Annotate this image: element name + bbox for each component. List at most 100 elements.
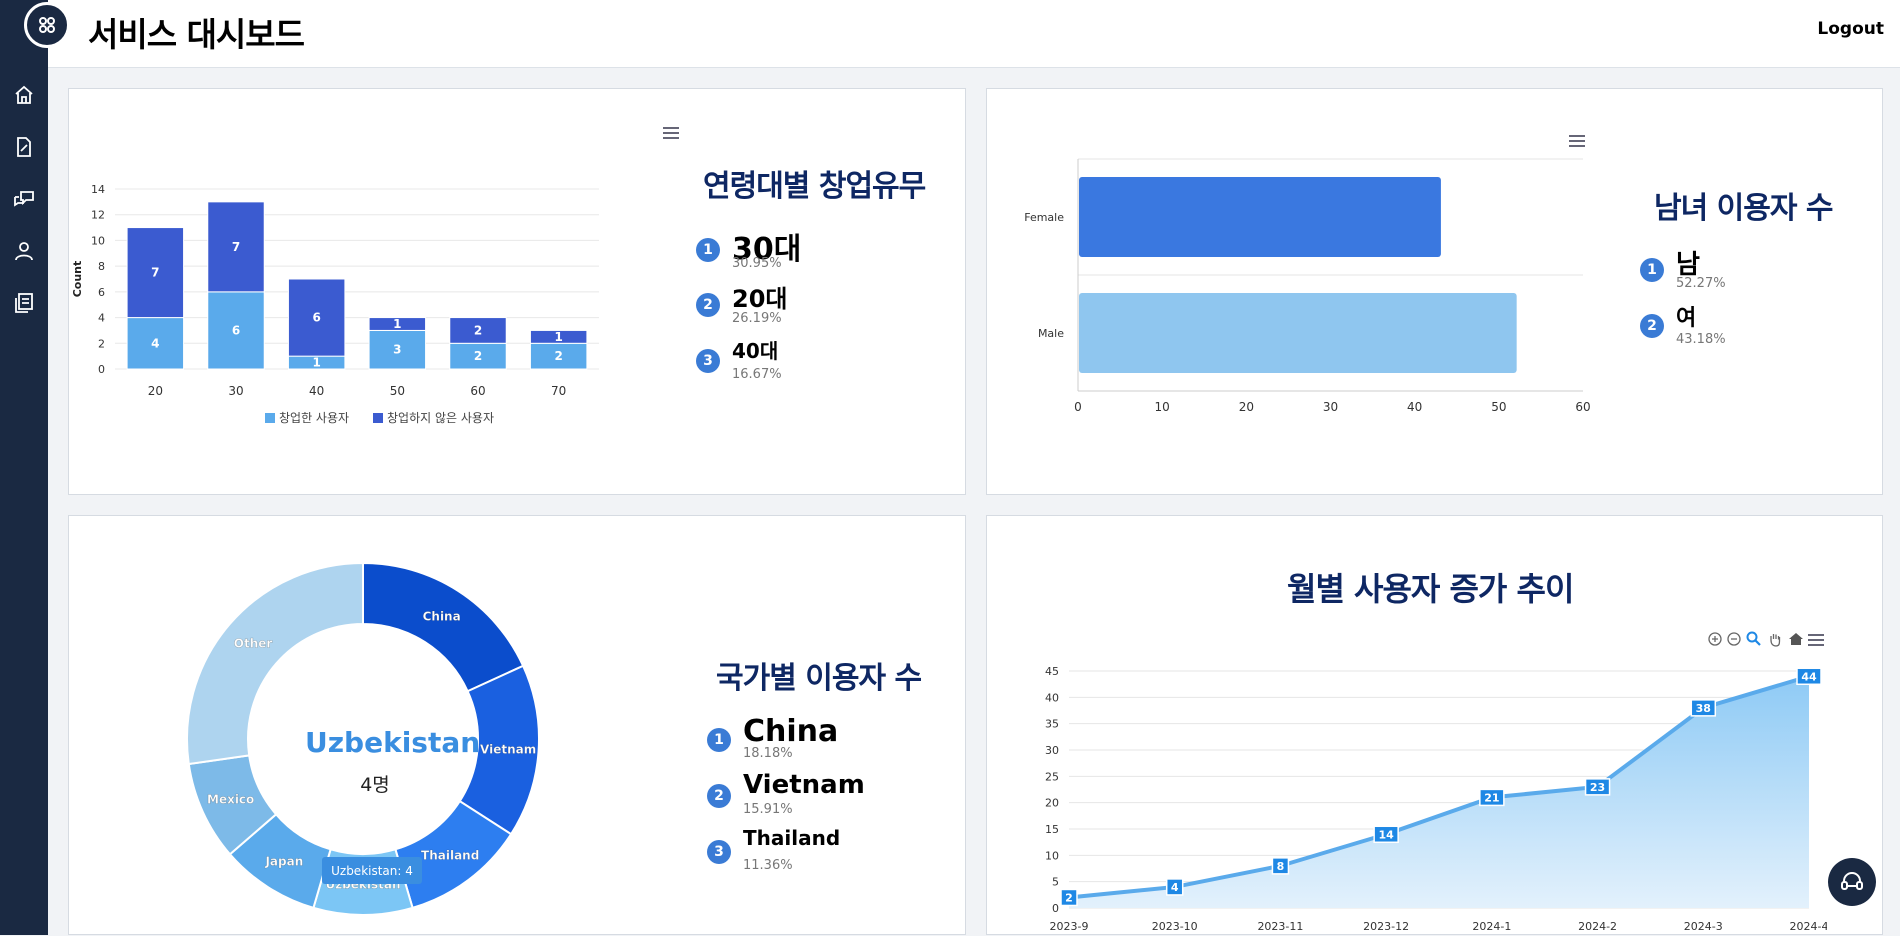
- bar-value-label: 1: [554, 330, 562, 344]
- rank-name: 40대: [732, 339, 779, 363]
- bar-value-label: 1: [312, 356, 320, 370]
- sidebar: [0, 0, 48, 935]
- x-tick-label: 40: [309, 384, 324, 398]
- data-label: 23: [1590, 781, 1605, 794]
- home-icon[interactable]: [12, 83, 36, 107]
- bar-value-label: 3: [393, 343, 401, 357]
- rank-name: 20대: [732, 285, 788, 313]
- zoom-in-icon[interactable]: [1708, 632, 1722, 646]
- x-tick-label: 40: [1407, 400, 1422, 414]
- headset-icon: [1841, 872, 1863, 890]
- rank-name: Vietnam: [743, 770, 865, 800]
- monthly-panel: 월별 사용자 증가 추이 0 5 10 15 20 25 30 35 40 45 2 4 8 14 21 23…: [986, 515, 1883, 935]
- rank-percent: 16.67%: [732, 367, 782, 382]
- rank-number: 3: [696, 349, 720, 373]
- x-tick-label: 2023-12: [1363, 920, 1409, 933]
- y-tick-label: 10: [91, 234, 105, 247]
- chatbot-button[interactable]: [1828, 858, 1876, 906]
- data-label: 4: [1171, 881, 1179, 894]
- y-tick-label: 0: [1052, 902, 1059, 915]
- rank-name: China: [743, 714, 839, 749]
- grid-icon: [39, 17, 55, 33]
- x-tick-label: 20: [148, 384, 163, 398]
- x-tick-label: 30: [228, 384, 243, 398]
- legend-swatch: [265, 413, 275, 423]
- x-tick-label: 70: [551, 384, 566, 398]
- x-tick-label: 60: [1575, 400, 1590, 414]
- edit-document-icon[interactable]: [12, 135, 36, 159]
- x-tick-label: 2024-2: [1578, 920, 1617, 933]
- y-tick-label: 45: [1045, 665, 1059, 678]
- bar-value-label: 2: [474, 323, 482, 337]
- data-label: 44: [1801, 670, 1817, 683]
- y-tick-label: 35: [1045, 718, 1059, 731]
- y-tick-label: 30: [1045, 744, 1059, 757]
- page-title: 서비스 대시보드: [88, 15, 305, 54]
- y-tick-label: 4: [98, 312, 105, 325]
- x-tick-label: 2023-9: [1050, 920, 1089, 933]
- app-logo[interactable]: [24, 2, 70, 48]
- rank-number: 1: [1640, 258, 1664, 282]
- x-tick-label: 2023-10: [1152, 920, 1198, 933]
- y-tick-label: 10: [1045, 849, 1059, 862]
- rank-number: 2: [1640, 314, 1664, 338]
- x-tick-label: 50: [1491, 400, 1506, 414]
- bar-value-label: 4: [151, 336, 159, 350]
- y-tick-label: 12: [91, 209, 105, 222]
- board-icon[interactable]: [12, 291, 36, 315]
- x-tick-label: 2024-4: [1790, 920, 1827, 933]
- zoom-out-icon[interactable]: [1727, 632, 1741, 646]
- gender-panel: Female Male 0 10 20 30 40 50 60 남녀 이용자 수 1 남 52.…: [986, 88, 1883, 495]
- bar-value-label: 2: [474, 349, 482, 363]
- age-startup-chart: 0 2 4 6 8 10 12 14 Count 4 7 20 6 7 30 1 6 40 3 1 50 2 2 60 2 1 70…: [71, 183, 599, 425]
- y-tick-label: 15: [1045, 823, 1059, 836]
- logout-button[interactable]: Logout: [1817, 19, 1884, 39]
- pan-hand-icon[interactable]: [1767, 631, 1783, 647]
- age-panel: 0 2 4 6 8 10 12 14 Count 4 7 20 6 7 30 1 6 40 3 1 50 2 2 60 2 1 70…: [68, 88, 966, 495]
- gender-chart: Female Male 0 10 20 30 40 50 60: [1024, 158, 1591, 414]
- country-panel: China Vietnam Thailand Uzbekistan Japan Mexic…: [68, 515, 966, 935]
- data-label: 21: [1484, 791, 1499, 804]
- rank-number: 1: [707, 728, 731, 752]
- rank-number: 1: [696, 238, 720, 262]
- x-tick-label: 30: [1323, 400, 1338, 414]
- header: 서비스 대시보드 Logout: [48, 0, 1900, 68]
- user-icon[interactable]: [12, 239, 36, 263]
- x-tick-label: 2024-3: [1684, 920, 1723, 933]
- bar: [1079, 177, 1441, 257]
- y-tick-label: 20: [1045, 797, 1059, 810]
- x-tick-label: 2023-11: [1257, 920, 1303, 933]
- rank-name: 여: [1676, 306, 1697, 331]
- bar-value-label: 6: [232, 323, 240, 337]
- y-axis-label: Count: [71, 261, 84, 298]
- rank-number: 3: [707, 840, 731, 864]
- x-tick-label: 20: [1239, 400, 1254, 414]
- x-tick-label: 60: [470, 384, 485, 398]
- data-label: 8: [1277, 860, 1285, 873]
- rank-percent: 43.18%: [1676, 332, 1726, 347]
- slice-label: Japan: [264, 854, 303, 868]
- bar-value-label: 7: [151, 266, 159, 280]
- rank-number: 2: [707, 784, 731, 808]
- rank-percent: 26.19%: [732, 311, 782, 326]
- age-panel-title: 연령대별 창업유무: [703, 169, 926, 204]
- bar-value-label: 6: [312, 311, 320, 325]
- slice-label: Vietnam: [480, 742, 536, 756]
- legend-swatch: [373, 413, 383, 423]
- reset-home-icon[interactable]: [1788, 631, 1804, 647]
- y-tick-label: 14: [91, 183, 105, 196]
- y-tick-label: 5: [1052, 876, 1059, 889]
- monthly-growth-chart: 0 5 10 15 20 25 30 35 40 45 2 4 8 14 21 23 38 44 2023-9 202…: [1045, 665, 1827, 933]
- monthly-panel-title: 월별 사용자 증가 추이: [1287, 570, 1574, 608]
- chat-icon[interactable]: [12, 187, 36, 211]
- data-label: 2: [1065, 891, 1073, 904]
- rank-percent: 15.91%: [743, 802, 793, 817]
- chart-menu-icon[interactable]: [1808, 634, 1824, 646]
- bar-value-label: 2: [554, 349, 562, 363]
- magnifier-icon[interactable]: [1746, 631, 1762, 647]
- rank-percent: 30.95%: [732, 256, 782, 271]
- y-tick-label: Male: [1038, 327, 1064, 340]
- slice-label: Thailand: [421, 848, 479, 862]
- donut-tooltip: Uzbekistan: 4: [322, 857, 422, 884]
- country-panel-title: 국가별 이용자 수: [716, 661, 922, 696]
